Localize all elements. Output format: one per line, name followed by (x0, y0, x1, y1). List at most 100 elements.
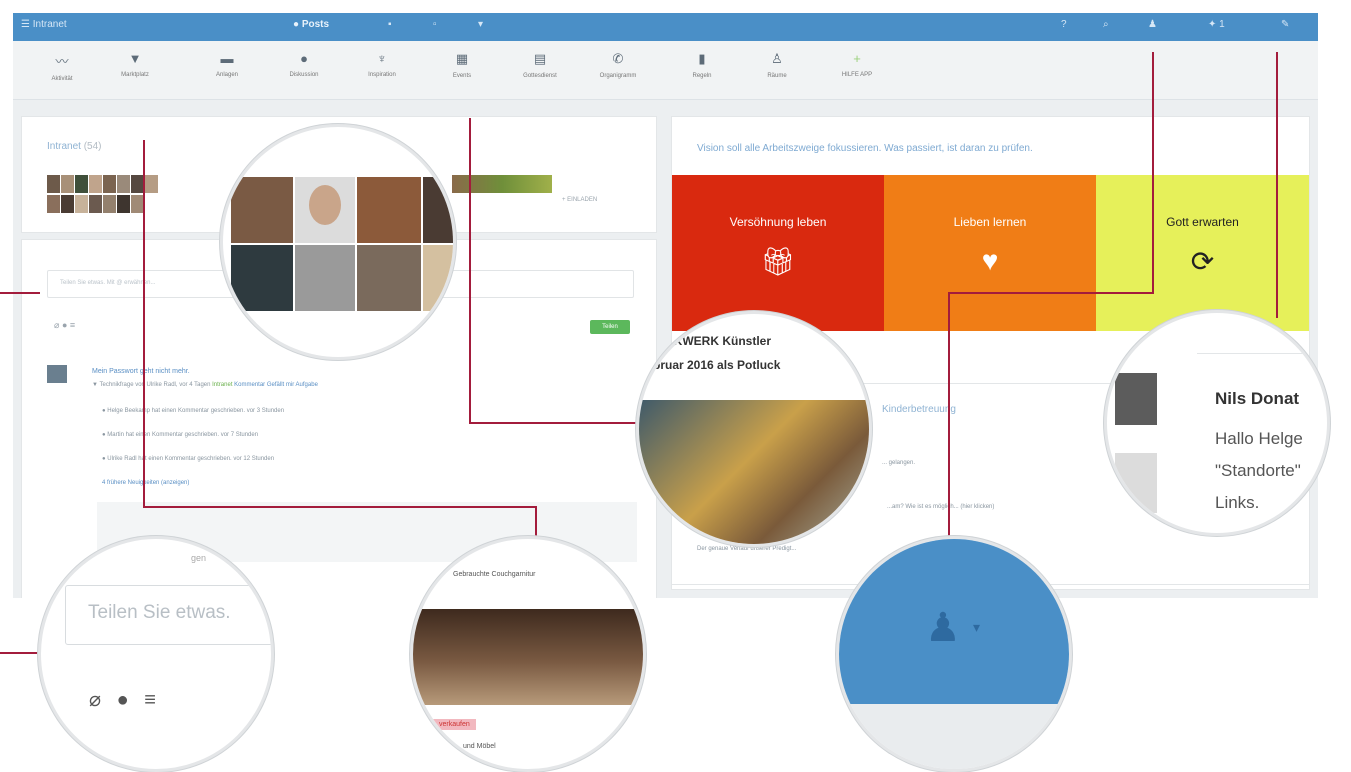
avatar (1115, 373, 1157, 425)
nav-icon-1[interactable]: ▪ (388, 19, 392, 30)
event-subtitle: Februar 2016 als Potluck (639, 358, 781, 372)
avatar (295, 245, 355, 311)
bulb-icon: ♆ (377, 51, 387, 66)
avatar[interactable] (117, 195, 130, 213)
tool-discussion[interactable]: ● Diskussion (275, 51, 333, 78)
avatar[interactable] (47, 175, 60, 193)
comment-icon: ● (102, 408, 106, 414)
tool-inspiration[interactable]: ♆ Inspiration (353, 51, 411, 78)
message-line: Hallo Helge (1215, 429, 1303, 448)
nav-icon-3[interactable]: ▾ (478, 19, 483, 30)
avatar[interactable] (75, 195, 88, 213)
help-icon[interactable]: ? (1061, 19, 1067, 30)
avatar (1115, 453, 1157, 513)
avatar[interactable] (89, 195, 102, 213)
tool-events[interactable]: ▦ Events (433, 51, 491, 79)
message-line: Links. (1215, 493, 1260, 512)
tool-help-app[interactable]: + HILFE APP (828, 51, 886, 78)
settings-icon[interactable]: ✎ (1281, 19, 1289, 30)
notifications-button[interactable]: ✦ 1 (1208, 19, 1225, 30)
avatar[interactable] (117, 175, 130, 193)
comment-link[interactable]: Kommentar (234, 382, 265, 388)
avatar (423, 177, 453, 243)
avatar[interactable] (61, 195, 74, 213)
callout-line (535, 506, 537, 538)
like-link[interactable]: Gefällt mir (267, 382, 294, 388)
attach-icon[interactable]: ⌀ (89, 689, 101, 711)
composer-input[interactable]: Teilen Sie etwas. (65, 585, 271, 645)
group-name[interactable]: Intranet (47, 141, 81, 152)
user-menu-icon[interactable]: ♟ (1148, 19, 1157, 30)
post-tag[interactable]: Intranet (212, 382, 232, 388)
event-line: ...am? Wie ist es möglich... (hier klick… (887, 504, 995, 510)
globe-icon[interactable]: ● (62, 320, 67, 330)
event-title: DRUCKWERK Künstler (639, 334, 771, 348)
avatar-strip (452, 175, 552, 193)
format-icon[interactable]: ≡ (144, 689, 156, 711)
tool-files[interactable]: ▬ Anlagen (198, 51, 256, 78)
zoom-marketplace: Gebrauchte Couchgarnitur verkaufen und M… (410, 536, 646, 772)
format-icon[interactable]: ≡ (70, 320, 75, 330)
zoom-user-menu: ♟ ▾ (836, 536, 1072, 772)
hamburger-icon: ☰ (21, 19, 30, 30)
tool-rules[interactable]: ▮ Regeln (673, 51, 731, 79)
tool-marketplace[interactable]: ▼ Marktplatz (106, 51, 164, 78)
chevron-down-icon[interactable]: ▾ (973, 619, 980, 636)
avatar[interactable] (89, 175, 102, 193)
globe-icon[interactable]: ● (117, 689, 129, 711)
event-photo (639, 400, 869, 544)
callout-line (143, 140, 145, 508)
avatar (357, 177, 421, 243)
invite-button[interactable]: + EINLADEN (562, 197, 597, 203)
tool-services[interactable]: ▤ Gottesdienst (511, 51, 569, 79)
nav-icon-2[interactable]: ▫ (433, 19, 437, 30)
calendar-icon: ▦ (455, 51, 469, 66)
callout-line (143, 506, 536, 508)
activity-item: ● Ulrike Radl hat einen Kommentar geschr… (102, 456, 274, 462)
brand-link[interactable]: ● Posts (293, 19, 329, 30)
share-button[interactable]: Teilen (590, 320, 630, 334)
comment-icon: ● (102, 432, 106, 438)
member-avatars (47, 175, 247, 219)
post-avatar[interactable] (47, 365, 67, 383)
callout-line (948, 292, 1154, 294)
avatar[interactable] (103, 195, 116, 213)
avatar (231, 177, 293, 243)
avatar[interactable] (75, 175, 88, 193)
task-link[interactable]: Aufgabe (296, 382, 318, 388)
avatar[interactable] (145, 175, 158, 193)
item-footer: und Möbel (463, 743, 496, 750)
callout-line (469, 118, 471, 424)
show-more-link[interactable]: 4 frühere Neuigkeiten (anzeigen) (102, 480, 189, 486)
composer-tools: ⌀ ● ≡ (89, 687, 156, 712)
person-icon: ♙ (771, 51, 783, 66)
pin-icon: ● (293, 19, 300, 30)
search-icon[interactable]: ⌕ (1103, 19, 1109, 30)
tool-rooms[interactable]: ♙ Räume (748, 51, 806, 79)
post-title[interactable]: Mein Passwort geht nicht mehr. (92, 368, 190, 375)
tool-label: Räume (767, 73, 787, 79)
composer-placeholder: Teilen Sie etwas. (88, 602, 231, 623)
bell-icon: ✦ (1208, 19, 1217, 30)
item-caption: Gebrauchte Couchgarnitur (453, 571, 536, 578)
tool-activity[interactable]: 〰 Aktivität (33, 51, 91, 82)
attach-icon[interactable]: ⌀ (54, 320, 59, 330)
menu-button[interactable]: ☰ Intranet (21, 19, 67, 30)
tool-organigram[interactable]: ✆ Organigramm (589, 51, 647, 79)
activity-item: ● Helge Beekamp hat einen Kommentar gesc… (102, 408, 284, 414)
tool-label: Diskussion (289, 72, 319, 78)
events-heading[interactable]: Kinderbetreuung (882, 404, 956, 415)
tile-reconciliation[interactable]: Versöhnung leben 🎁︎ (672, 175, 884, 331)
top-navigation-bar: ☰ Intranet ● Posts ▪ ▫ ▾ ? ⌕ ♟ ✦ 1 ✎ (13, 13, 1318, 41)
avatar[interactable] (103, 175, 116, 193)
avatar[interactable] (47, 195, 60, 213)
callout-line (0, 652, 40, 654)
tool-label: Anlagen (215, 72, 239, 78)
brand-label: Posts (301, 19, 330, 30)
tool-label: HILFE APP (841, 72, 873, 78)
avatar[interactable] (61, 175, 74, 193)
zoom-members (220, 124, 456, 360)
user-menu-icon[interactable]: ♟ (925, 605, 961, 651)
item-photo (413, 609, 643, 705)
tile-love[interactable]: Lieben lernen ♥ (884, 175, 1096, 331)
